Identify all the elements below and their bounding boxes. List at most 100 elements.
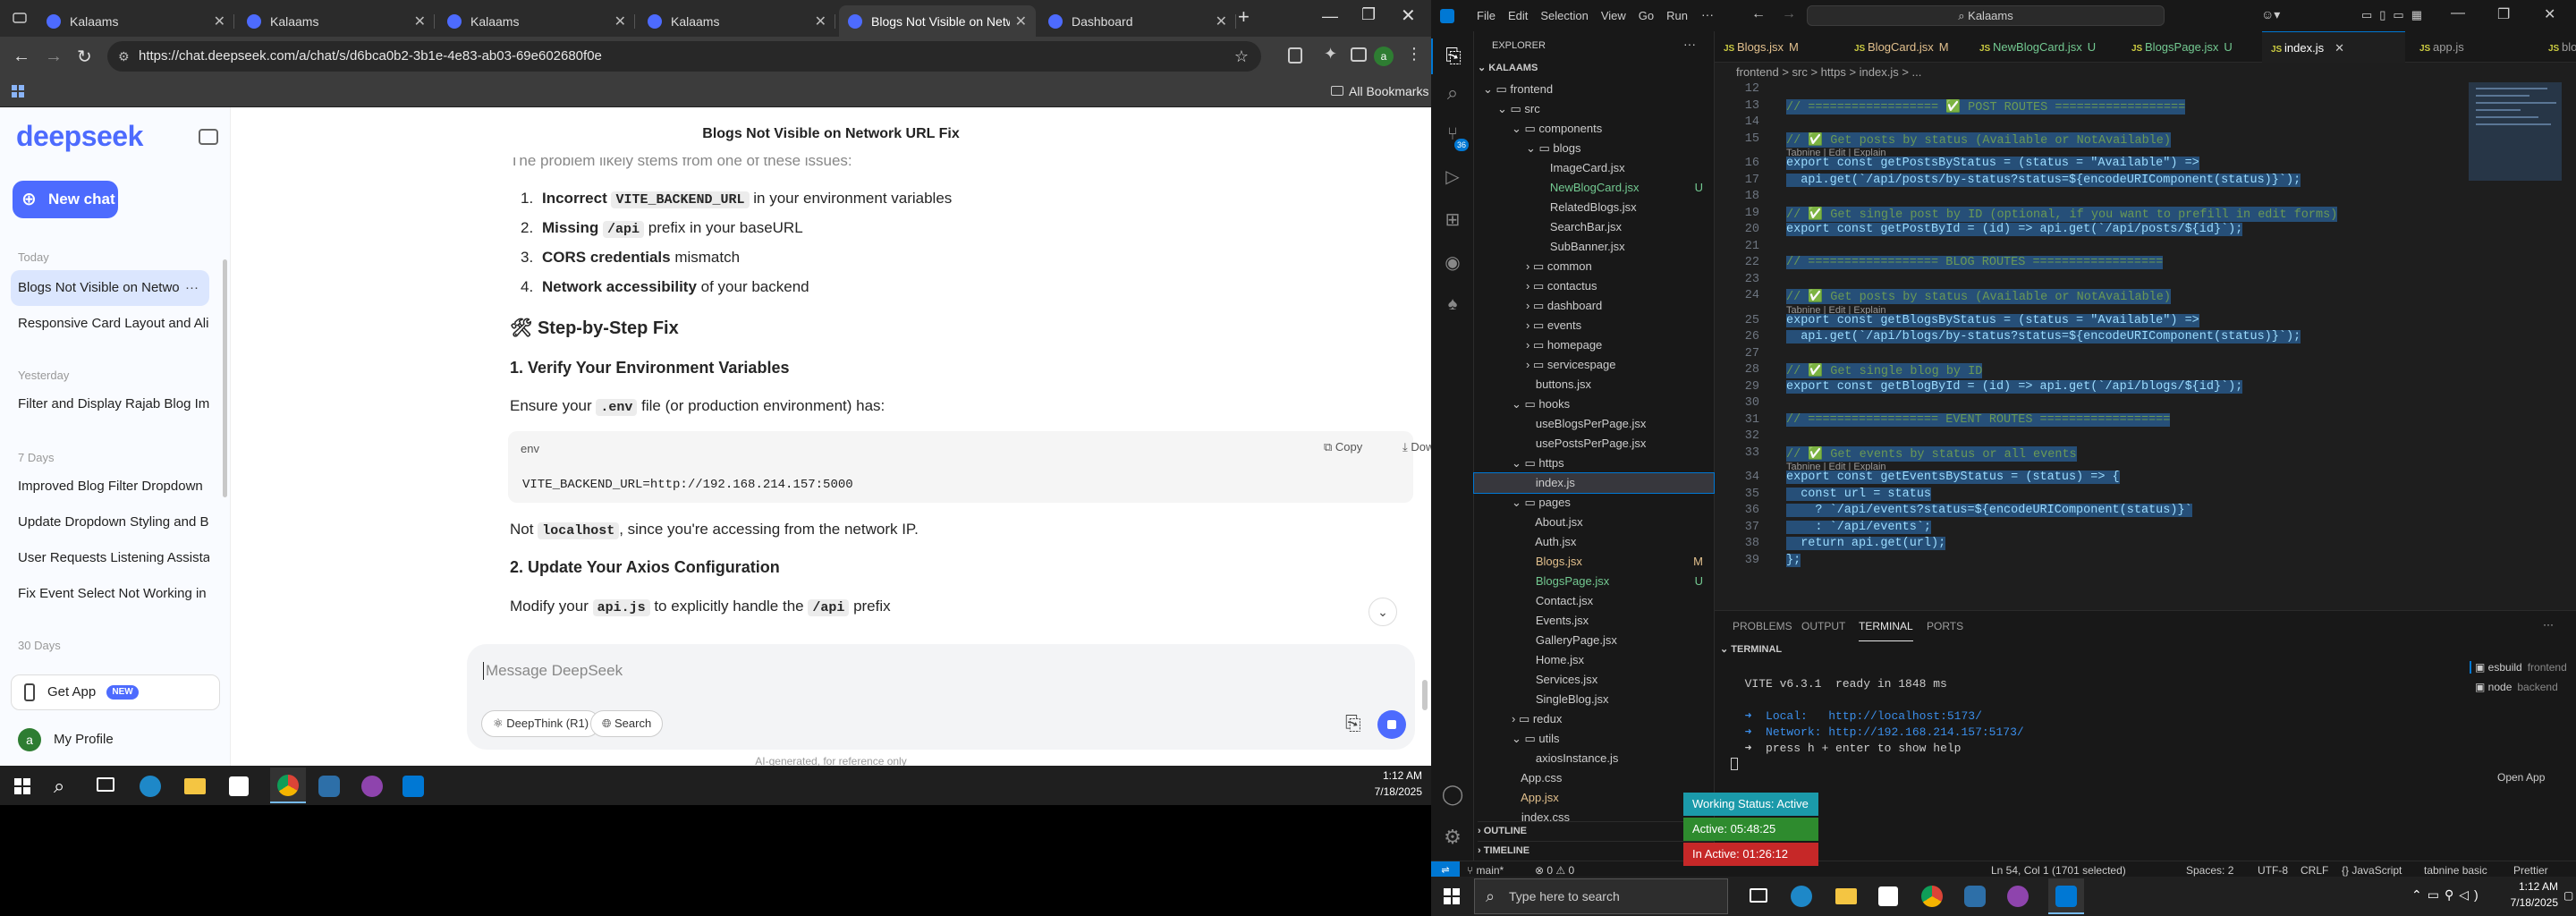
copilot-icon[interactable]: ☺▾	[2261, 7, 2280, 22]
vscode-taskbar-icon[interactable]	[2048, 878, 2084, 914]
my-profile[interactable]: My Profile	[54, 732, 114, 747]
tree-file[interactable]: GalleryPage.jsx	[1474, 631, 1714, 650]
command-center[interactable]: ⌕ Kalaams	[1807, 5, 2165, 26]
edge-icon[interactable]	[140, 776, 161, 797]
chat-item[interactable]: Responsive Card Layout and Alig	[11, 306, 209, 342]
chat-item[interactable]: Update Dropdown Styling and B	[11, 505, 209, 540]
vs-close-button[interactable]: ✕	[2544, 5, 2555, 23]
editor-tab[interactable]: JS NewBlogCard.jsx U	[1970, 31, 2117, 63]
tree-file[interactable]: Services.jsx	[1474, 670, 1714, 690]
menu-run[interactable]: Run	[1660, 0, 1694, 31]
nav-back-icon[interactable]: ←	[1751, 6, 1766, 22]
tree-file[interactable]: NewBlogCard.jsx U	[1474, 178, 1714, 198]
back-icon[interactable]: ←	[13, 47, 30, 67]
stop-button[interactable]	[1377, 710, 1406, 739]
apps-icon[interactable]	[11, 84, 25, 98]
editor-tab[interactable]: JS blogRoute.js	[2539, 31, 2576, 63]
tab-close-icon[interactable]: ✕	[414, 13, 426, 30]
chat-more-icon[interactable]: ···	[185, 270, 199, 306]
menu-edit[interactable]: Edit	[1502, 0, 1534, 31]
panel-tab-terminal[interactable]: TERMINAL	[1859, 611, 1913, 641]
editor-tab[interactable]: JS BlogsPage.jsx U	[2123, 31, 2257, 63]
menu-selection[interactable]: Selection	[1534, 0, 1594, 31]
tree-folder[interactable]: ⌄ ▭ hooks	[1474, 394, 1714, 414]
terminal-instance[interactable]: ▣ node backend	[2470, 681, 2558, 693]
vs-maximize-button[interactable]: ❐	[2497, 5, 2510, 23]
panel-tab-output[interactable]: OUTPUT	[1801, 611, 1845, 641]
tree-folder[interactable]: ⌄ ▭ src	[1474, 99, 1714, 119]
tree-folder[interactable]: › ▭ dashboard	[1474, 296, 1714, 316]
maximize-button[interactable]: ❐	[1361, 5, 1376, 24]
tree-folder[interactable]: › ▭ homepage	[1474, 335, 1714, 355]
manage-gear-icon[interactable]: ⚙	[1431, 826, 1474, 849]
tray-icons[interactable]: ⌃▭⚲◁)	[2411, 887, 2484, 903]
new-tab-button[interactable]: +	[1238, 5, 1250, 29]
tree-file[interactable]: Blogs.jsx M	[1474, 552, 1714, 572]
remote-icon[interactable]: ⇌	[1431, 861, 1460, 877]
new-chat-button[interactable]: ⊕ New chat	[13, 181, 118, 218]
vs-minimize-button[interactable]: —	[2451, 5, 2465, 21]
windows-start-icon[interactable]	[1444, 888, 1460, 904]
panel-tab-ports[interactable]: PORTS	[1927, 611, 1963, 641]
tree-folder[interactable]: › ▭ events	[1474, 316, 1714, 335]
reload-icon[interactable]: ↻	[77, 46, 92, 68]
language-mode[interactable]: {} JavaScript	[2342, 864, 2402, 877]
page-scrollbar[interactable]	[1422, 680, 1428, 710]
browser-tab[interactable]: Kalaams ✕	[438, 5, 635, 37]
bookmark-star-icon[interactable]: ☆	[1234, 41, 1249, 72]
indentation[interactable]: Spaces: 2	[2186, 864, 2233, 877]
chrome-taskbar-icon[interactable]	[270, 768, 306, 803]
search-button[interactable]: 🌐︎ Search	[590, 710, 664, 737]
taskbar-search-box[interactable]: ⌕ Type here to search	[1474, 878, 1728, 914]
editor-tab[interactable]: JS app.js	[2411, 31, 2534, 63]
tree-file[interactable]: Home.jsx	[1474, 650, 1714, 670]
store-icon[interactable]	[1878, 886, 1898, 906]
editor-tab[interactable]: JS index.js ✕	[2262, 31, 2405, 63]
chat-item[interactable]: User Requests Listening Assistan	[11, 540, 209, 576]
breadcrumb[interactable]: frontend > src > https > index.js > ...	[1715, 63, 2576, 82]
browser-tab[interactable]: Kalaams ✕	[639, 5, 835, 37]
deepseek-logo[interactable]: deepseek	[16, 120, 143, 153]
editor-tab[interactable]: JS BlogCard.jsx M	[1845, 31, 1965, 63]
vscode-taskbar-icon[interactable]	[402, 776, 424, 797]
extension-icon[interactable]	[1288, 47, 1302, 64]
message-input[interactable]: Message DeepSeek	[483, 662, 623, 680]
sidebar-scrollbar[interactable]	[223, 259, 227, 497]
problems-status[interactable]: ⊗ 0 ⚠ 0	[1535, 864, 1574, 877]
tab-search-icon[interactable]	[13, 11, 27, 25]
tab-close-icon[interactable]: ✕	[2334, 41, 2344, 55]
search-icon[interactable]: ⌕	[54, 775, 64, 798]
collapse-sidebar-icon[interactable]	[199, 129, 218, 145]
browser-tab[interactable]: Dashboard ✕	[1039, 5, 1236, 37]
profile-avatar[interactable]: a	[18, 728, 41, 751]
scroll-down-button[interactable]: ⌄	[1368, 598, 1397, 626]
chrome-taskbar-icon[interactable]	[1921, 886, 1943, 907]
open-app-label[interactable]: Open App	[2497, 771, 2545, 784]
tree-file[interactable]: RelatedBlogs.jsx	[1474, 198, 1714, 217]
tree-folder[interactable]: ⌄ ▭ https	[1474, 454, 1714, 473]
tree-file[interactable]: About.jsx	[1474, 513, 1714, 532]
tabnine-status[interactable]: tabnine basic	[2424, 864, 2487, 877]
tab-close-icon[interactable]: ✕	[1216, 13, 1227, 30]
minimap[interactable]	[2469, 82, 2562, 181]
panel-tab-problems[interactable]: PROBLEMS	[1733, 611, 1792, 641]
app-icon[interactable]	[318, 776, 340, 797]
outline-section[interactable]: › OUTLINE	[1478, 821, 1715, 836]
minimize-button[interactable]: —	[1322, 7, 1338, 26]
cursor-position[interactable]: Ln 54, Col 1 (1701 selected)	[1991, 864, 2126, 877]
chat-item[interactable]: Fix Event Select Not Working in	[11, 576, 209, 612]
close-window-button[interactable]: ✕	[1401, 4, 1416, 27]
browser-tab[interactable]: Kalaams ✕	[38, 5, 234, 37]
sidepanel-icon[interactable]	[1351, 47, 1367, 62]
extensions-icon[interactable]: ⊞	[1431, 208, 1474, 231]
run-debug-icon[interactable]: ▷	[1431, 165, 1474, 188]
prettier-status[interactable]: Prettier	[2513, 864, 2548, 877]
tree-file[interactable]: usePostsPerPage.jsx	[1474, 434, 1714, 454]
mongodb-icon[interactable]: ♠	[1431, 294, 1474, 315]
tree-folder[interactable]: ⌄ ▭ blogs	[1474, 139, 1714, 158]
browser-tab[interactable]: Kalaams ✕	[238, 5, 435, 37]
code-editor[interactable]: 12 13 // ================== ✅ POST ROUTES …	[1715, 82, 2502, 610]
branch[interactable]: ⑂ main*	[1467, 864, 1504, 877]
tree-file[interactable]: SubBanner.jsx	[1474, 237, 1714, 257]
tab-close-icon[interactable]: ✕	[214, 13, 225, 30]
